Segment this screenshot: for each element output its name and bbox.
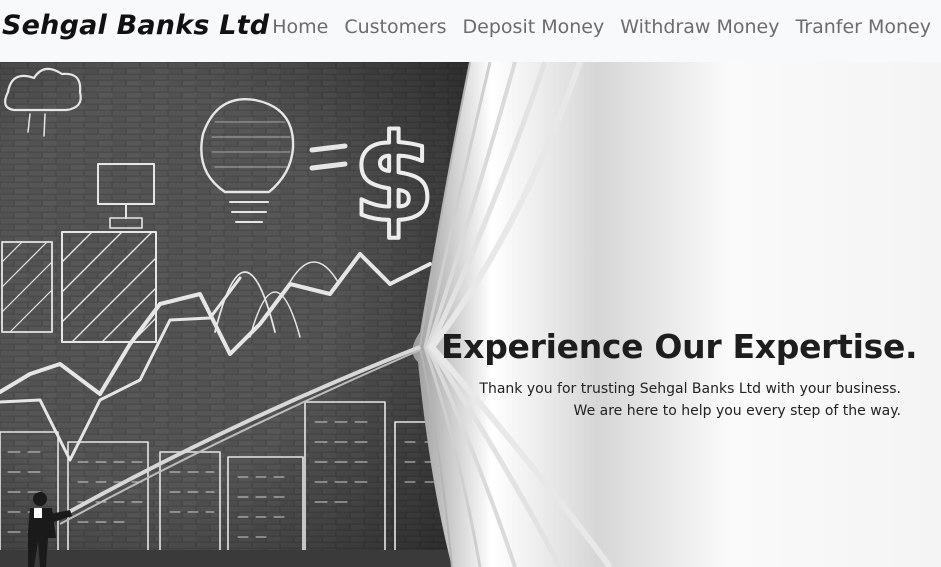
hero-banner: $ Experience Our Expertise. Thank you fo… [0, 62, 941, 567]
curtain [412, 62, 941, 567]
nav-link-home[interactable]: Home [264, 16, 336, 38]
nav-link-deposit-money[interactable]: Deposit Money [455, 16, 613, 38]
brand-logo[interactable]: Sehgal Banks Ltd [2, 10, 269, 41]
hero-text-block: Experience Our Expertise. Thank you for … [441, 327, 918, 422]
nav-link-customers[interactable]: Customers [336, 16, 454, 38]
nav-link-transfer-money[interactable]: Tranfer Money [787, 16, 931, 38]
hero-background-image: $ [0, 62, 941, 567]
chalk-dollar-sign: $ [352, 110, 436, 249]
hero-title: Experience Our Expertise. [441, 327, 918, 366]
hero-subtitle-line-1: Thank you for trusting Sehgal Banks Ltd … [479, 381, 901, 397]
navbar: Sehgal Banks Ltd Home Customers Deposit … [0, 0, 941, 62]
nav-links: Home Customers Deposit Money Withdraw Mo… [264, 16, 931, 38]
hero-subtitle-line-2: We are here to help you every step of th… [573, 403, 901, 419]
nav-link-withdraw-money[interactable]: Withdraw Money [612, 16, 787, 38]
